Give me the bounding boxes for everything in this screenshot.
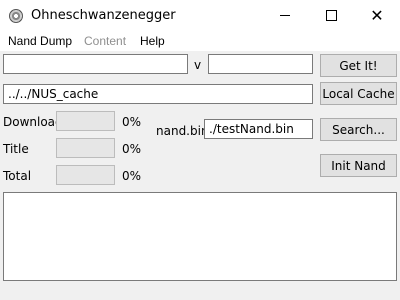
total-progress-label: Total [3, 169, 32, 183]
menu-help[interactable]: Help [140, 34, 165, 48]
download-progress-bar [56, 111, 115, 131]
version-label: v [194, 58, 202, 72]
status-bar [0, 283, 400, 300]
search-button[interactable]: Search... [320, 118, 397, 141]
title-id-input[interactable] [3, 54, 188, 74]
cache-path-input[interactable]: ../../NUS_cache [3, 84, 313, 104]
total-progress-percent: 0% [122, 169, 142, 183]
version-input[interactable] [208, 54, 313, 74]
total-progress-bar [56, 165, 115, 185]
log-textarea[interactable] [3, 192, 397, 281]
app-disc-icon [9, 9, 23, 23]
minimize-icon [280, 15, 290, 16]
minimize-button[interactable] [262, 0, 308, 31]
maximize-icon [325, 10, 337, 21]
nand-bin-label: nand.bin [156, 124, 209, 138]
title-progress-bar [56, 138, 115, 158]
local-cache-button[interactable]: Local Cache [320, 82, 397, 105]
download-progress-percent: 0% [122, 115, 142, 129]
menu-content[interactable]: Content [84, 34, 126, 48]
nand-path-input[interactable]: ./testNand.bin [204, 119, 313, 139]
init-nand-button[interactable]: Init Nand [320, 154, 397, 177]
title-progress-percent: 0% [122, 142, 142, 156]
close-icon: ✕ [370, 5, 384, 25]
menu-bar: Nand Dump Content Help [0, 31, 400, 51]
maximize-button[interactable] [308, 0, 354, 31]
close-button[interactable]: ✕ [354, 0, 400, 31]
get-it-button[interactable]: Get It! [320, 54, 397, 77]
title-progress-label: Title [3, 142, 29, 156]
menu-nand-dump[interactable]: Nand Dump [8, 34, 72, 48]
window-title: Ohneschwanzenegger [31, 8, 176, 23]
download-progress-label: Download [3, 115, 63, 129]
title-bar: Ohneschwanzenegger ✕ [0, 0, 400, 31]
main-window: Ohneschwanzenegger ✕ Nand Dump Content H… [0, 0, 400, 300]
